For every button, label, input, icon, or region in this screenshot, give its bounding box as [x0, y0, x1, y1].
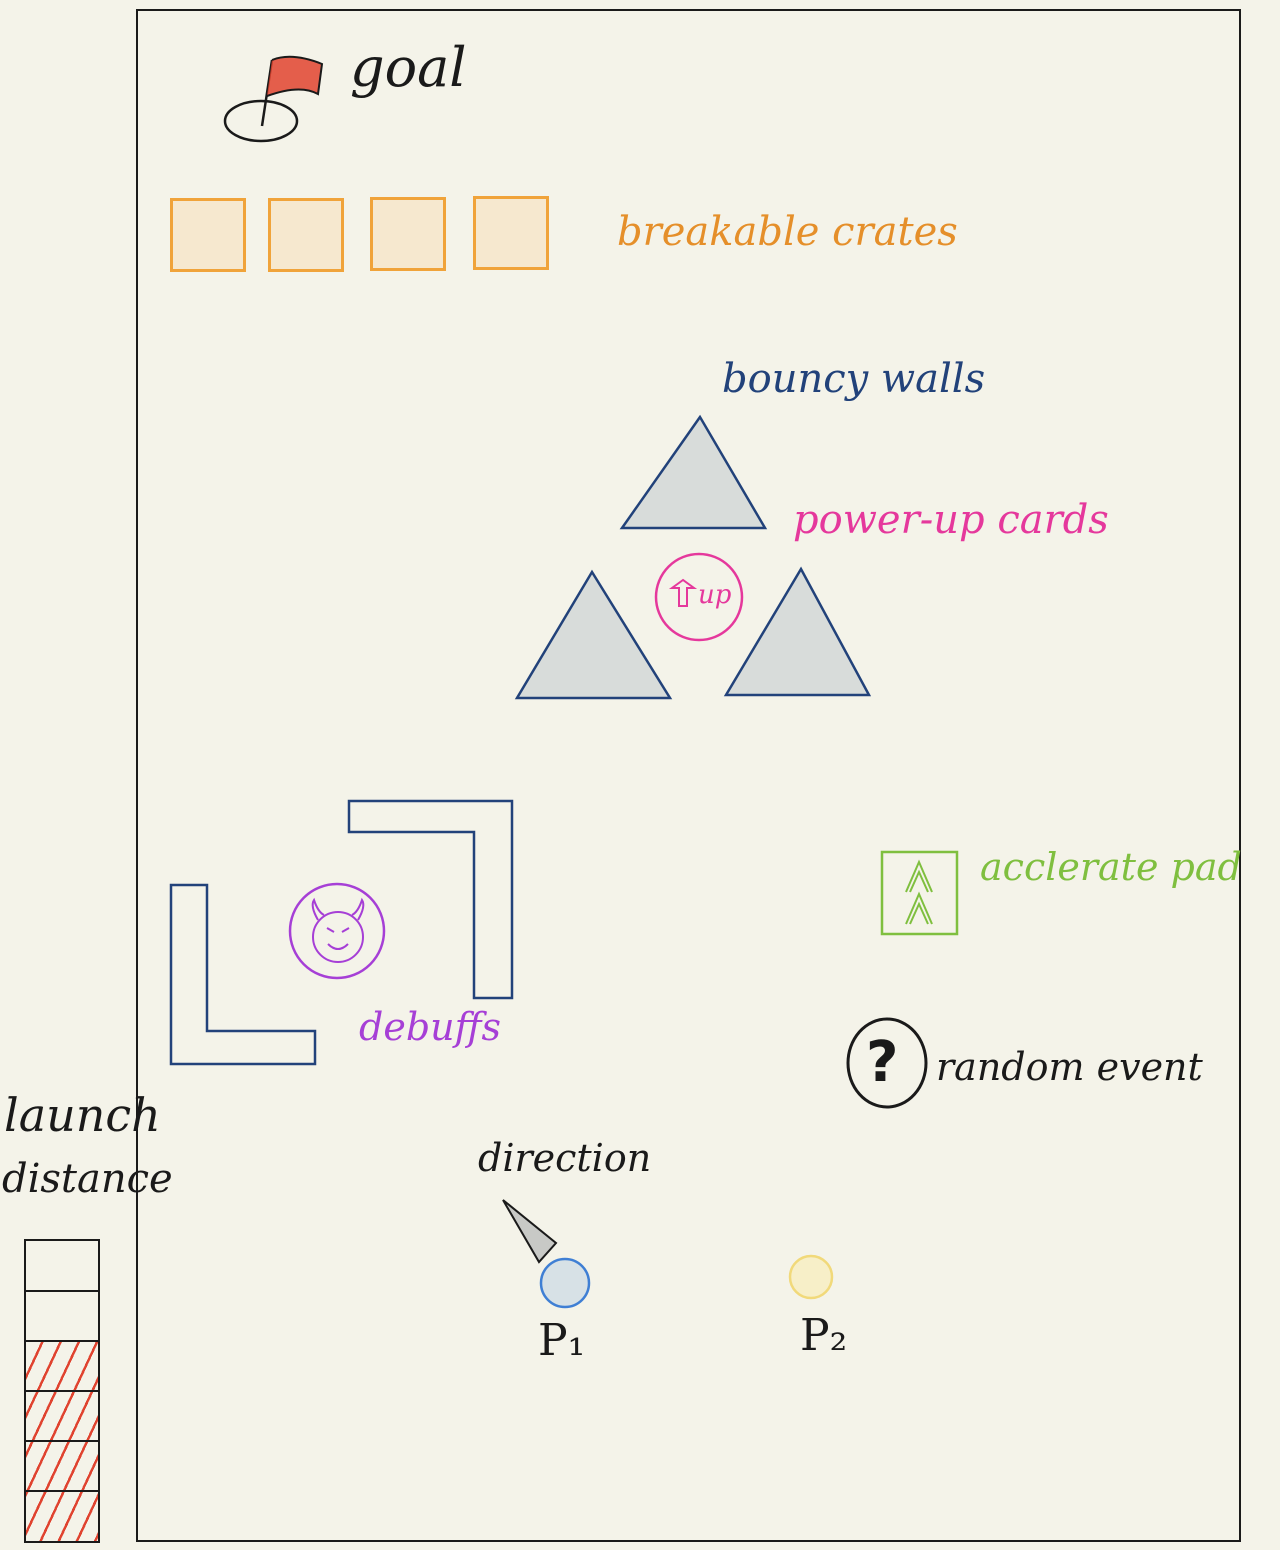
player-2-ball[interactable] [788, 1254, 834, 1300]
accelerate-pad-icon [880, 850, 959, 936]
bouncy-wall-triangle [619, 414, 768, 530]
power-up-symbol: up [698, 580, 732, 610]
direction-label: direction [478, 1136, 652, 1180]
launch-distance-label-line2: distance [2, 1156, 173, 1202]
meter-segment-divider [26, 1290, 98, 1292]
bouncy-wall-triangle [514, 569, 673, 700]
player-1-label: P₁ [538, 1315, 586, 1366]
bouncy-wall-triangle [723, 566, 872, 697]
launch-distance-meter [24, 1239, 100, 1543]
debuff-devil-icon [288, 882, 386, 980]
meter-segment-divider [26, 1340, 98, 1342]
goal-label: goal [350, 36, 467, 99]
direction-arrow-icon [502, 1199, 558, 1264]
random-event-symbol: ? [866, 1030, 899, 1095]
player-1-ball[interactable] [539, 1257, 591, 1309]
debuffs-label: debuffs [359, 1005, 502, 1049]
meter-segment-divider [26, 1440, 98, 1442]
launch-distance-label-line1: launch [4, 1088, 161, 1142]
meter-segment-divider [26, 1490, 98, 1492]
bouncy-walls-label: bouncy walls [722, 356, 986, 402]
accelerate-pad-label: acclerate pad [980, 845, 1242, 889]
breakable-crates-label: breakable crates [617, 209, 958, 255]
player-2-label: P₂ [800, 1310, 848, 1361]
random-event-label: random event [936, 1045, 1203, 1089]
power-up-cards-label: power-up cards [793, 497, 1109, 543]
goal-flag-icon [223, 55, 324, 143]
meter-segment-divider [26, 1390, 98, 1392]
